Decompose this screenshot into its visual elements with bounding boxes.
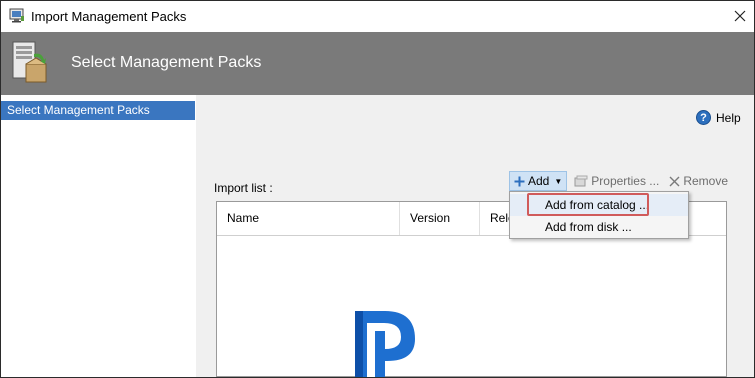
import-list-label: Import list : xyxy=(214,181,273,195)
help-link[interactable]: ? Help xyxy=(696,110,741,125)
close-button[interactable] xyxy=(728,4,752,28)
add-button-label: Add xyxy=(528,174,550,188)
menu-item-add-from-disk[interactable]: Add from disk ... xyxy=(510,216,688,238)
close-icon xyxy=(734,10,746,22)
plus-icon xyxy=(514,176,525,186)
management-pack-wizard-icon xyxy=(12,41,47,83)
watermark-logo-icon xyxy=(355,311,415,377)
window-title: Import Management Packs xyxy=(31,9,187,24)
properties-icon xyxy=(574,175,588,187)
wizard-steps-nav: Select Management Packs xyxy=(1,95,196,377)
column-header-name[interactable]: Name xyxy=(217,202,400,235)
page-title: Select Management Packs xyxy=(71,54,262,71)
column-header-version[interactable]: Version xyxy=(400,202,480,235)
add-dropdown-button[interactable]: Add ▼ xyxy=(509,171,568,191)
menu-item-add-from-catalog[interactable]: Add from catalog ... xyxy=(510,194,688,216)
remove-button-label: Remove xyxy=(683,174,728,188)
remove-button[interactable]: Remove xyxy=(666,171,731,191)
wizard-header: Select Management Packs xyxy=(1,32,754,95)
title-bar: Import Management Packs xyxy=(1,1,754,32)
properties-button[interactable]: Properties ... xyxy=(571,171,662,191)
properties-button-label: Properties ... xyxy=(591,174,660,188)
management-pack-icon xyxy=(9,8,24,23)
chevron-down-icon: ▼ xyxy=(554,176,563,186)
help-label: Help xyxy=(716,110,741,125)
nav-item-select-management-packs[interactable]: Select Management Packs xyxy=(1,101,195,120)
add-dropdown-menu: Add from catalog ... Add from disk ... xyxy=(509,191,689,239)
remove-x-icon xyxy=(669,176,680,186)
help-icon: ? xyxy=(696,110,711,125)
import-toolbar: Add ▼ Properties ... Remove xyxy=(509,171,731,191)
import-management-packs-window: Import Management Packs Select Managemen… xyxy=(0,0,755,378)
